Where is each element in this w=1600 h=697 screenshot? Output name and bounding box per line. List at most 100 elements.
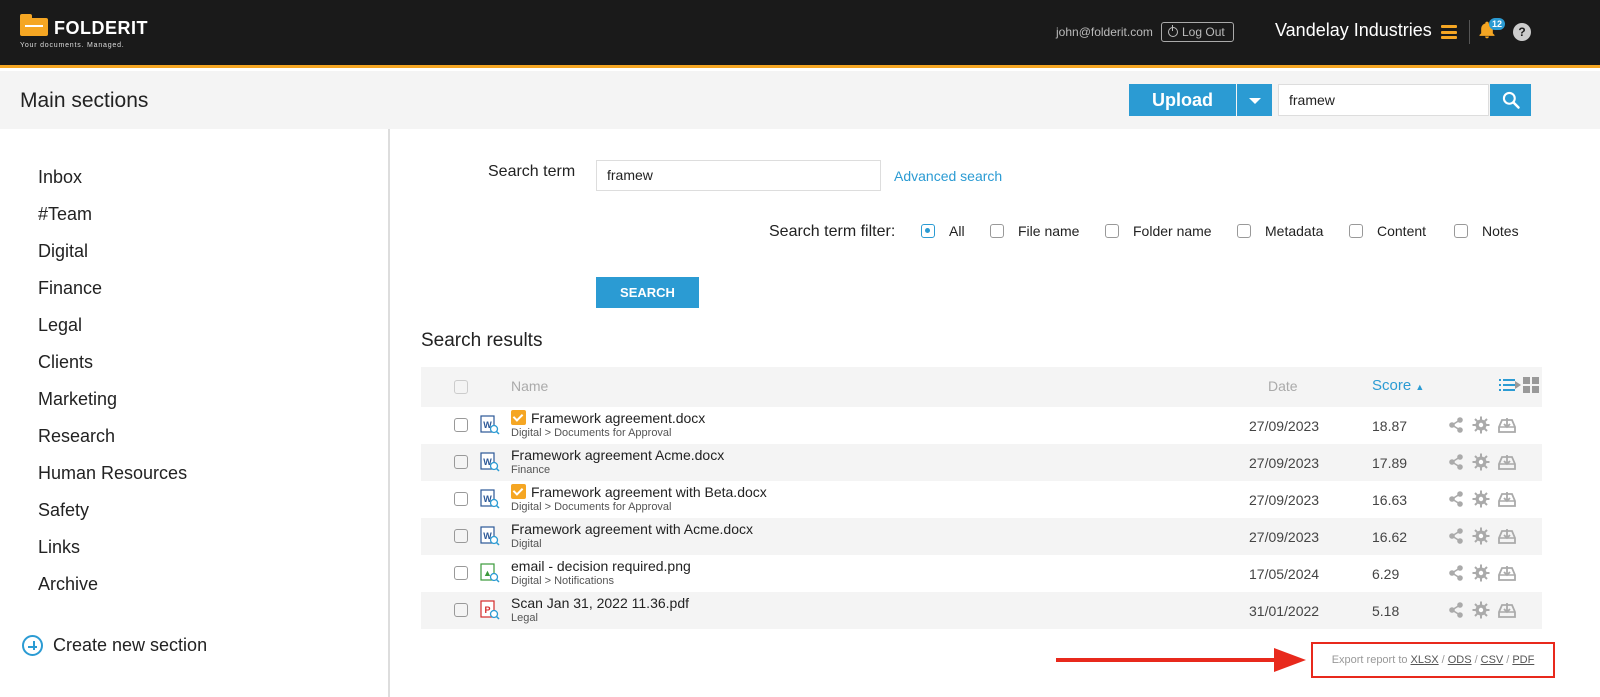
logo[interactable]: FOLDERIT (20, 14, 148, 39)
file-path[interactable]: Finance (511, 464, 550, 476)
notifications-bell-icon[interactable]: 12 (1477, 18, 1506, 44)
table-row[interactable]: W Framework agreement with Beta.docx Digit… (421, 481, 1542, 518)
sidebar-item-digital[interactable]: Digital (38, 241, 88, 262)
sidebar-item-finance[interactable]: Finance (38, 278, 102, 299)
logout-button[interactable]: Log Out (1161, 22, 1234, 42)
power-icon (1168, 25, 1178, 37)
download-tray-icon[interactable] (1498, 527, 1516, 545)
export-ods-link[interactable]: ODS (1448, 654, 1472, 666)
file-path[interactable]: Digital > Documents for Approval (511, 501, 672, 513)
create-section-button[interactable]: Create new section (22, 635, 207, 656)
word-file-icon: W (480, 452, 500, 472)
filter-notes[interactable]: Notes (1454, 223, 1519, 239)
file-path[interactable]: Digital (511, 538, 542, 550)
top-search-button[interactable] (1490, 84, 1531, 116)
download-tray-icon[interactable] (1498, 601, 1516, 619)
download-tray-icon[interactable] (1498, 453, 1516, 471)
file-date: 27/09/2023 (1249, 492, 1320, 508)
hamburger-menu-icon[interactable] (1441, 25, 1457, 39)
filter-file-name[interactable]: File name (990, 223, 1079, 239)
file-name[interactable]: Scan Jan 31, 2022 11.36.pdf (511, 595, 689, 611)
gear-icon[interactable] (1472, 564, 1490, 582)
share-icon[interactable] (1447, 527, 1465, 545)
row-checkbox[interactable] (454, 566, 468, 580)
pdf-file-icon: P (480, 600, 500, 620)
file-name[interactable]: Framework agreement.docx (531, 410, 705, 426)
sidebar-item-research[interactable]: Research (38, 426, 115, 447)
top-search-input[interactable]: framew (1278, 84, 1489, 116)
gear-icon[interactable] (1472, 601, 1490, 619)
row-checkbox[interactable] (454, 418, 468, 432)
sort-asc-icon: ▲ (1415, 382, 1425, 392)
table-row[interactable]: ▲ email - decision required.png Digital > … (421, 555, 1542, 592)
filter-notes-checkbox[interactable] (1454, 224, 1468, 238)
column-date[interactable]: Date (1268, 378, 1298, 394)
sidebar-item-archive[interactable]: Archive (38, 574, 98, 595)
gear-icon[interactable] (1472, 453, 1490, 471)
filter-metadata-checkbox[interactable] (1237, 224, 1251, 238)
filter-content[interactable]: Content (1349, 223, 1426, 239)
row-checkbox[interactable] (454, 492, 468, 506)
upload-button[interactable]: Upload (1129, 84, 1236, 116)
share-icon[interactable] (1447, 416, 1465, 434)
export-xlsx-link[interactable]: XLSX (1411, 654, 1439, 666)
filter-all-radio[interactable] (921, 224, 935, 238)
gear-icon[interactable] (1472, 490, 1490, 508)
file-path[interactable]: Digital > Documents for Approval (511, 427, 672, 439)
sidebar-item-clients[interactable]: Clients (38, 352, 93, 373)
gear-icon[interactable] (1472, 416, 1490, 434)
column-name[interactable]: Name (511, 378, 548, 394)
company-name[interactable]: Vandelay Industries (1275, 20, 1432, 41)
file-name[interactable]: email - decision required.png (511, 558, 691, 574)
file-name[interactable]: Framework agreement with Beta.docx (531, 484, 767, 500)
file-name[interactable]: Framework agreement Acme.docx (511, 447, 724, 463)
sidebar-item-inbox[interactable]: Inbox (38, 167, 82, 188)
filter-all-label: All (949, 223, 965, 239)
advanced-search-link[interactable]: Advanced search (894, 168, 1002, 184)
sidebar-item-human-resources[interactable]: Human Resources (38, 463, 187, 484)
share-icon[interactable] (1447, 490, 1465, 508)
help-icon[interactable]: ? (1513, 23, 1531, 41)
upload-dropdown-toggle[interactable] (1237, 84, 1272, 116)
select-all-checkbox[interactable] (454, 380, 468, 394)
search-button[interactable]: SEARCH (596, 277, 699, 308)
page-title: Main sections (20, 89, 149, 112)
filter-folder-name-checkbox[interactable] (1105, 224, 1119, 238)
column-score[interactable]: Score ▲ (1372, 377, 1424, 394)
sidebar-item-marketing[interactable]: Marketing (38, 389, 117, 410)
filter-file-name-checkbox[interactable] (990, 224, 1004, 238)
filter-folder-name[interactable]: Folder name (1105, 223, 1212, 239)
sidebar-item-safety[interactable]: Safety (38, 500, 89, 521)
download-tray-icon[interactable] (1498, 564, 1516, 582)
row-checkbox[interactable] (454, 603, 468, 617)
file-path[interactable]: Legal (511, 612, 538, 624)
file-date: 27/09/2023 (1249, 455, 1320, 471)
sidebar-item-links[interactable]: Links (38, 537, 80, 558)
sidebar-item-team[interactable]: #Team (38, 204, 92, 225)
download-tray-icon[interactable] (1498, 416, 1516, 434)
share-icon[interactable] (1447, 601, 1465, 619)
download-tray-icon[interactable] (1498, 490, 1516, 508)
file-path[interactable]: Digital > Notifications (511, 575, 614, 587)
results-table: Name Date Score ▲ W Framework agreement.d… (421, 367, 1542, 629)
list-view-icon[interactable] (1499, 378, 1515, 392)
grid-view-icon[interactable] (1523, 377, 1539, 393)
filter-all[interactable]: All (921, 223, 965, 239)
file-name[interactable]: Framework agreement with Acme.docx (511, 521, 753, 537)
export-pdf-link[interactable]: PDF (1512, 654, 1534, 666)
table-row[interactable]: P Scan Jan 31, 2022 11.36.pdf Legal 31/01/2… (421, 592, 1542, 629)
table-row[interactable]: W Framework agreement Acme.docx Finance 27/… (421, 444, 1542, 481)
share-icon[interactable] (1447, 564, 1465, 582)
filter-content-checkbox[interactable] (1349, 224, 1363, 238)
sidebar-item-legal[interactable]: Legal (38, 315, 82, 336)
search-term-input[interactable]: framew (596, 160, 881, 191)
table-row[interactable]: W Framework agreement.docx Digital > Docum… (421, 407, 1542, 444)
share-icon[interactable] (1447, 453, 1465, 471)
gear-icon[interactable] (1472, 527, 1490, 545)
export-csv-link[interactable]: CSV (1481, 654, 1504, 666)
table-row[interactable]: W Framework agreement with Acme.docx Digit… (421, 518, 1542, 555)
row-checkbox[interactable] (454, 529, 468, 543)
file-score: 6.29 (1372, 566, 1400, 582)
row-checkbox[interactable] (454, 455, 468, 469)
filter-metadata[interactable]: Metadata (1237, 223, 1323, 239)
